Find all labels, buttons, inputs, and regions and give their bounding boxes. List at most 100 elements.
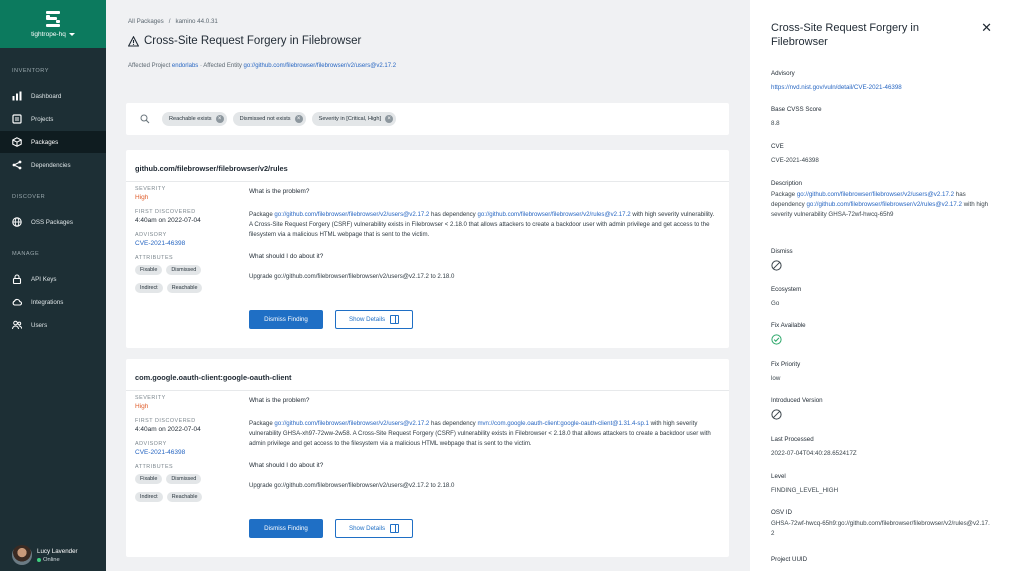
advisory-label: ADVISORY (135, 441, 167, 447)
attribute-tag: Fixable (135, 474, 163, 484)
sidebar-item-api-keys[interactable]: API Keys (0, 268, 106, 290)
finding-card: com.google.oauth-client:google-oauth-cli… (126, 359, 729, 557)
severity-label: SEVERITY (135, 395, 166, 401)
main-content: All Packages / kamino 44.0.31 Cross-Site… (106, 0, 750, 571)
first-discovered-label: FIRST DISCOVERED (135, 209, 196, 215)
bar-chart-icon (12, 91, 22, 101)
separator: · (199, 63, 202, 69)
last-processed-value: 2022-07-04T04:40:28.652417Z (771, 450, 857, 457)
sidebar-item-label: Dependencies (31, 161, 71, 169)
problem-text: Package go://github.com/filebrowser/file… (249, 419, 719, 450)
field-description: Description Package go://github.com/file… (771, 180, 991, 219)
filter-chip[interactable]: Severity in [Critical, High] × (311, 112, 397, 126)
project-uuid-label: Project UUID (771, 556, 808, 563)
sidebar-item-label: Dashboard (31, 92, 62, 100)
dependency-link[interactable]: go://github.com/filebrowser/filebrowser/… (806, 201, 962, 208)
dependency-link[interactable]: go://github.com/filebrowser/filebrowser/… (477, 211, 630, 218)
finding-meta: SEVERITY High FIRST DISCOVERED 4:40am on… (135, 395, 235, 502)
breadcrumb: All Packages / kamino 44.0.31 (128, 18, 218, 25)
todo-heading: What should I do about it? (249, 461, 324, 469)
dependency-link[interactable]: mvn://com.google.oauth-client:google-oau… (477, 420, 649, 427)
side-panel-icon (390, 315, 400, 324)
breadcrumb-current[interactable]: kamino 44.0.31 (176, 18, 218, 25)
text: Package (249, 211, 275, 218)
text: Package (771, 191, 797, 198)
package-icon (12, 137, 22, 147)
check-circle-icon (771, 334, 782, 345)
package-link[interactable]: go://github.com/filebrowser/filebrowser/… (797, 191, 954, 198)
divider (126, 390, 729, 391)
breadcrumb-separator: / (168, 18, 171, 25)
sidebar-item-dashboard[interactable]: Dashboard (0, 85, 106, 107)
first-discovered-value: 4:40am on 2022-07-04 (135, 217, 201, 224)
field-level: Level FINDING_LEVEL_HIGH (771, 473, 996, 496)
advisory-label: ADVISORY (135, 232, 167, 238)
finding-detail: What is the problem? Package go://github… (249, 397, 719, 491)
lock-icon (12, 274, 22, 284)
filter-chip[interactable]: Dismissed not exists × (232, 112, 306, 126)
field-advisory: Advisory https://nvd.nist.gov/vuln/detai… (771, 70, 996, 93)
sidebar-item-oss-packages[interactable]: OSS Packages (0, 211, 106, 233)
affected-entity-link[interactable]: go://github.com/filebrowser/filebrowser/… (244, 63, 397, 69)
dismiss-label: Dismiss (771, 248, 793, 255)
sidebar-item-integrations[interactable]: Integrations (0, 291, 106, 313)
first-discovered-value: 4:40am on 2022-07-04 (135, 426, 201, 433)
sidebar-item-label: OSS Packages (31, 218, 73, 226)
sidebar-item-label: API Keys (31, 275, 57, 283)
finding-meta: SEVERITY High FIRST DISCOVERED 4:40am on… (135, 186, 235, 293)
field-fix-available: Fix Available (771, 322, 996, 347)
sidebar-item-dependencies[interactable]: Dependencies (0, 154, 106, 176)
cvss-label: Base CVSS Score (771, 106, 822, 113)
close-icon[interactable]: × (294, 115, 303, 123)
close-icon[interactable]: × (215, 115, 224, 123)
sidebar-item-users[interactable]: Users (0, 314, 106, 336)
sidebar-item-packages[interactable]: Packages (0, 131, 106, 153)
affected-project-link[interactable]: endorlabs (172, 63, 198, 69)
package-link[interactable]: go://github.com/filebrowser/filebrowser/… (274, 420, 429, 427)
users-icon (12, 320, 22, 330)
not-allowed-icon (771, 409, 782, 420)
page-title-text: Cross-Site Request Forgery in Filebrowse… (144, 35, 362, 47)
field-cve: CVE CVE-2021-46398 (771, 143, 996, 166)
description-value: Package go://github.com/filebrowser/file… (771, 190, 991, 219)
severity-value: High (135, 403, 149, 410)
brand-header[interactable]: tightrope-hq (0, 0, 106, 48)
sidebar-item-projects[interactable]: Projects (0, 108, 106, 130)
close-icon[interactable]: × (385, 115, 394, 123)
close-icon[interactable]: ✕ (981, 20, 992, 36)
package-link[interactable]: go://github.com/filebrowser/filebrowser/… (274, 211, 429, 218)
severity-label: SEVERITY (135, 186, 166, 192)
ecosystem-label: Ecosystem (771, 286, 802, 293)
dismiss-finding-button[interactable]: Dismiss Finding (249, 519, 323, 538)
advisory-link[interactable]: https://nvd.nist.gov/vuln/detail/CVE-202… (771, 83, 996, 93)
warning-icon (128, 35, 139, 47)
user-status: Online (37, 557, 78, 563)
search-icon[interactable] (140, 114, 150, 124)
breadcrumb-all-packages[interactable]: All Packages (128, 18, 164, 25)
sidebar-item-label: Users (31, 321, 48, 329)
fix-available-label: Fix Available (771, 322, 806, 329)
last-processed-label: Last Processed (771, 436, 814, 443)
folder-icon (12, 114, 22, 124)
advisory-link[interactable]: CVE-2021-46398 (135, 449, 235, 456)
org-selector[interactable]: tightrope-hq (31, 31, 75, 38)
details-panel: Cross-Site Request Forgery in Filebrowse… (750, 0, 1014, 571)
sidebar-item-label: Packages (31, 138, 59, 146)
attribute-tag: Dismissed (166, 265, 202, 275)
severity-value: High (135, 194, 149, 201)
show-details-button[interactable]: Show Details (335, 519, 413, 538)
user-menu[interactable]: Lucy Lavender Online (12, 545, 78, 565)
field-fix-priority: Fix Priority low (771, 361, 996, 384)
dismiss-finding-button[interactable]: Dismiss Finding (249, 310, 323, 329)
user-name: Lucy Lavender (37, 547, 78, 555)
filter-chip[interactable]: Reachable exists × (162, 112, 227, 126)
avatar (12, 545, 32, 565)
page-title: Cross-Site Request Forgery in Filebrowse… (128, 35, 361, 47)
attribute-tag: Indirect (135, 492, 163, 502)
fix-text: Upgrade go://github.com/filebrowser/file… (249, 272, 455, 280)
advisory-link[interactable]: CVE-2021-46398 (135, 240, 235, 247)
show-details-button[interactable]: Show Details (335, 310, 413, 329)
filter-bar[interactable]: Reachable exists × Dismissed not exists × … (126, 103, 729, 135)
fix-priority-label: Fix Priority (771, 361, 801, 368)
text: has dependency (429, 211, 478, 218)
